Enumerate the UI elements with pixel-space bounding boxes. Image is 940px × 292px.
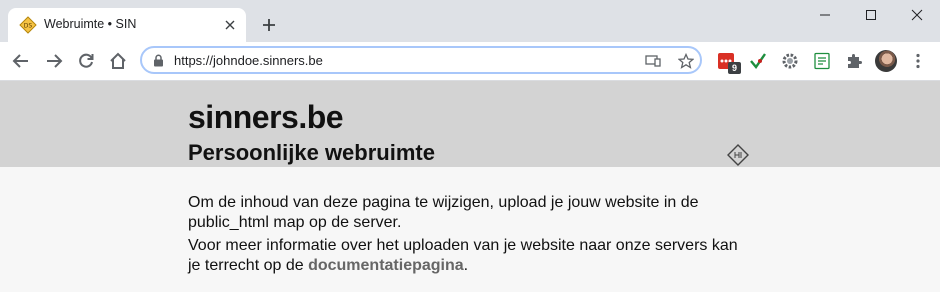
page-header-band	[0, 81, 940, 167]
extension-document-icon[interactable]	[812, 51, 832, 71]
site-favicon-icon: DS	[19, 16, 37, 34]
profile-avatar[interactable]	[875, 50, 897, 72]
info-paragraph: Voor meer informatie over het uploaden v…	[188, 236, 748, 276]
page-subtitle: Persoonlijke webruimte	[188, 140, 435, 165]
extension-gear-icon[interactable]	[780, 51, 800, 71]
site-logo-icon	[727, 144, 749, 166]
svg-text:DS: DS	[24, 23, 33, 30]
browser-menu-icon[interactable]	[908, 51, 928, 71]
extension-check-icon[interactable]	[748, 51, 768, 71]
home-button[interactable]	[106, 49, 130, 73]
tab-close-icon[interactable]	[222, 17, 238, 33]
bookmark-star-icon[interactable]	[678, 53, 694, 69]
install-app-icon[interactable]	[645, 53, 661, 69]
tab-strip: DS Webruimte • SIN	[0, 0, 940, 42]
lock-icon[interactable]	[153, 54, 164, 72]
minimize-window-button[interactable]	[802, 0, 848, 30]
browser-toolbar: https://johndoe.sinners.be	[0, 42, 940, 81]
extensions-puzzle-icon[interactable]	[844, 51, 864, 71]
address-bar[interactable]: https://johndoe.sinners.be	[140, 46, 702, 74]
reload-button[interactable]	[74, 49, 98, 73]
intro-paragraph: Om de inhoud van deze pagina te wijzigen…	[188, 194, 699, 231]
forward-button[interactable]	[42, 49, 66, 73]
new-tab-button[interactable]	[259, 15, 279, 35]
tab-title: Webruimte • SIN	[44, 17, 137, 31]
site-title: sinners.be	[188, 99, 344, 135]
close-window-button[interactable]	[894, 0, 940, 30]
address-url: https://johndoe.sinners.be	[174, 53, 323, 68]
extension-badge-count: 9	[728, 62, 741, 74]
documentation-link[interactable]: documentatiepagina	[308, 257, 464, 274]
browser-tab[interactable]: DS Webruimte • SIN	[8, 8, 246, 42]
back-button[interactable]	[9, 49, 33, 73]
info-text-end: .	[463, 257, 469, 274]
maximize-window-button[interactable]	[848, 0, 894, 30]
